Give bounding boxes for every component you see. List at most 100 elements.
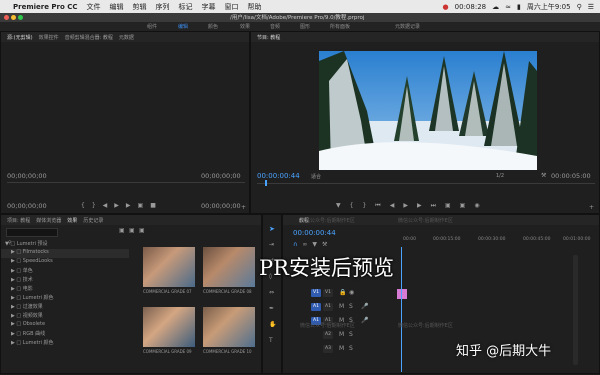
mute-icon[interactable]: M <box>339 303 344 310</box>
workspace-tab-editing[interactable]: 编辑 <box>178 23 188 30</box>
video-clip[interactable] <box>397 289 407 299</box>
menu-clip[interactable]: 剪辑 <box>133 2 147 12</box>
mic-icon[interactable]: 🎤 <box>361 317 368 324</box>
extract-icon[interactable]: ▣ <box>460 202 466 210</box>
add-button-icon[interactable]: + <box>589 204 594 211</box>
add-marker-icon[interactable]: ▼ <box>312 241 317 248</box>
play-icon[interactable]: ▶ <box>403 202 408 210</box>
mute-icon[interactable]: M <box>339 331 344 338</box>
tree-folder-video-effects[interactable]: ▶ □ 视频效果 <box>1 312 129 321</box>
track-target-a1[interactable]: A1 <box>311 303 321 311</box>
play-icon[interactable]: ▶ <box>114 202 119 209</box>
source-scrubber[interactable] <box>7 182 245 183</box>
camera-icon[interactable]: ◉ <box>474 202 479 210</box>
tab-media-browser[interactable]: 媒体浏览器 <box>36 217 61 224</box>
tree-folder-lumetri-color[interactable]: ▶ □ Lumetri 颜色 <box>1 294 129 303</box>
timeline-playhead[interactable] <box>401 247 402 372</box>
preset-thumbnail[interactable] <box>203 247 255 287</box>
menu-edit[interactable]: 编辑 <box>110 2 124 12</box>
menu-file[interactable]: 文件 <box>87 2 101 12</box>
effects-search-input[interactable]: ⚲ <box>6 228 58 246</box>
pen-icon[interactable]: ✒ <box>269 305 274 312</box>
mic-icon[interactable]: 🎤 <box>361 303 368 310</box>
tree-folder-lumetri-presets[interactable]: ▼ □ Lumetri 预设 <box>1 240 129 249</box>
workspace-tab-audio[interactable]: 音频 <box>270 23 280 30</box>
menu-list-icon[interactable]: ☰ <box>588 3 594 11</box>
menu-help[interactable]: 帮助 <box>248 2 262 12</box>
lift-icon[interactable]: ▣ <box>445 202 451 210</box>
type-tool-icon[interactable]: T <box>269 337 273 344</box>
app-menu[interactable]: Premiere Pro CC <box>13 3 78 11</box>
workspace-tab-metadata[interactable]: 元数据记录 <box>395 23 420 30</box>
menu-window[interactable]: 窗口 <box>225 2 239 12</box>
track-target-v1[interactable]: V1 <box>311 289 321 297</box>
insert-icon[interactable]: ▣ <box>138 202 144 209</box>
workspace-tab-all-panels[interactable]: 所有面板 <box>330 23 350 30</box>
workspace-tab-color[interactable]: 颜色 <box>208 23 218 30</box>
lock-icon[interactable]: 🔒 <box>339 289 346 296</box>
tree-folder-transitions[interactable]: ▶ □ 过渡效果 <box>1 303 129 312</box>
wifi-icon[interactable]: ≈ <box>505 3 511 11</box>
mark-in-icon[interactable]: { <box>81 202 85 209</box>
zoom-window-icon[interactable] <box>18 15 23 20</box>
menu-marker[interactable]: 标记 <box>179 2 193 12</box>
slip-icon[interactable]: ⇔ <box>269 289 274 296</box>
tab-audio-clip-mixer[interactable]: 音频剪辑混合器: 教程 <box>65 34 113 41</box>
solo-icon[interactable]: S <box>349 303 353 310</box>
tree-folder-filmstocks[interactable]: ▶ □ Filmstocks <box>1 249 129 258</box>
32bit-effects-icon[interactable]: ▣ <box>129 227 135 234</box>
tree-folder-rgb-curves[interactable]: ▶ □ RGB 曲线 <box>1 330 129 339</box>
selection-tool-icon[interactable]: ➤ <box>269 225 275 233</box>
wrench-icon[interactable]: ⚒ <box>541 172 546 179</box>
marker-icon[interactable]: ▼ <box>336 202 341 210</box>
tab-metadata[interactable]: 元数据 <box>119 34 134 41</box>
tab-program[interactable]: 节目: 教程 <box>257 34 280 41</box>
step-back-icon[interactable]: ◀ <box>390 202 395 210</box>
tree-folder-mono[interactable]: ▶ □ 单色 <box>1 267 129 276</box>
cloud-icon[interactable]: ☁ <box>492 3 499 11</box>
track-select-icon[interactable]: ⇥ <box>269 241 274 248</box>
export-frame-icon[interactable]: ■ <box>150 202 156 209</box>
program-playhead[interactable] <box>265 180 267 186</box>
battery-icon[interactable]: ▮ <box>517 3 521 11</box>
step-forward-icon[interactable]: ▶ <box>417 202 422 210</box>
snap-icon[interactable]: ∩ <box>293 241 297 248</box>
close-window-icon[interactable] <box>4 15 9 20</box>
solo-icon[interactable]: S <box>349 345 353 352</box>
tree-folder-obsolete[interactable]: ▶ □ Obsolete <box>1 321 129 330</box>
preset-thumbnail[interactable] <box>143 307 195 347</box>
accelerated-effects-icon[interactable]: ▣ <box>119 227 125 234</box>
preset-thumbnail[interactable] <box>203 307 255 347</box>
workspace-tab-assembly[interactable]: 组件 <box>147 23 157 30</box>
timeline-settings-icon[interactable]: ⚒ <box>322 241 327 248</box>
search-icon[interactable]: ⚲ <box>577 3 582 11</box>
linked-selection-icon[interactable]: ∞ <box>302 241 307 248</box>
hand-icon[interactable]: ✋ <box>269 321 276 328</box>
program-resolution-select[interactable]: 1/2 <box>496 173 504 179</box>
program-scrubber[interactable] <box>257 183 595 184</box>
menu-title[interactable]: 字幕 <box>202 2 216 12</box>
workspace-tab-graphics[interactable]: 图形 <box>300 23 310 30</box>
workspace-tab-effects[interactable]: 效果 <box>240 23 250 30</box>
menu-sequence[interactable]: 序列 <box>156 2 170 12</box>
mute-icon[interactable]: M <box>339 345 344 352</box>
add-button-icon[interactable]: + <box>241 204 246 211</box>
tree-folder-cinematic[interactable]: ▶ □ 电影 <box>1 285 129 294</box>
eye-icon[interactable]: ◉ <box>349 289 354 296</box>
tab-effect-controls[interactable]: 效果控件 <box>39 34 59 41</box>
mark-out-icon[interactable]: } <box>362 202 366 210</box>
tab-project[interactable]: 项目: 教程 <box>7 217 30 224</box>
preset-thumbnail[interactable] <box>143 247 195 287</box>
mark-out-icon[interactable]: } <box>92 202 96 209</box>
tab-effects[interactable]: 效果 <box>67 217 77 224</box>
go-to-in-icon[interactable]: ⏮ <box>375 202 380 210</box>
timeline-scrollbar[interactable] <box>573 255 578 365</box>
tab-source[interactable]: 源:(无剪辑) <box>7 34 33 41</box>
yuv-effects-icon[interactable]: ▣ <box>139 227 145 234</box>
tree-folder-speedlooks[interactable]: ▶ □ SpeedLooks <box>1 258 129 267</box>
step-forward-icon[interactable]: ▶ <box>126 202 131 209</box>
minimize-window-icon[interactable] <box>11 15 16 20</box>
tree-folder-technical[interactable]: ▶ □ 技术 <box>1 276 129 285</box>
tree-folder-lumetri-color-2[interactable]: ▶ □ Lumetri 颜色 <box>1 339 129 348</box>
mark-in-icon[interactable]: { <box>350 202 354 210</box>
